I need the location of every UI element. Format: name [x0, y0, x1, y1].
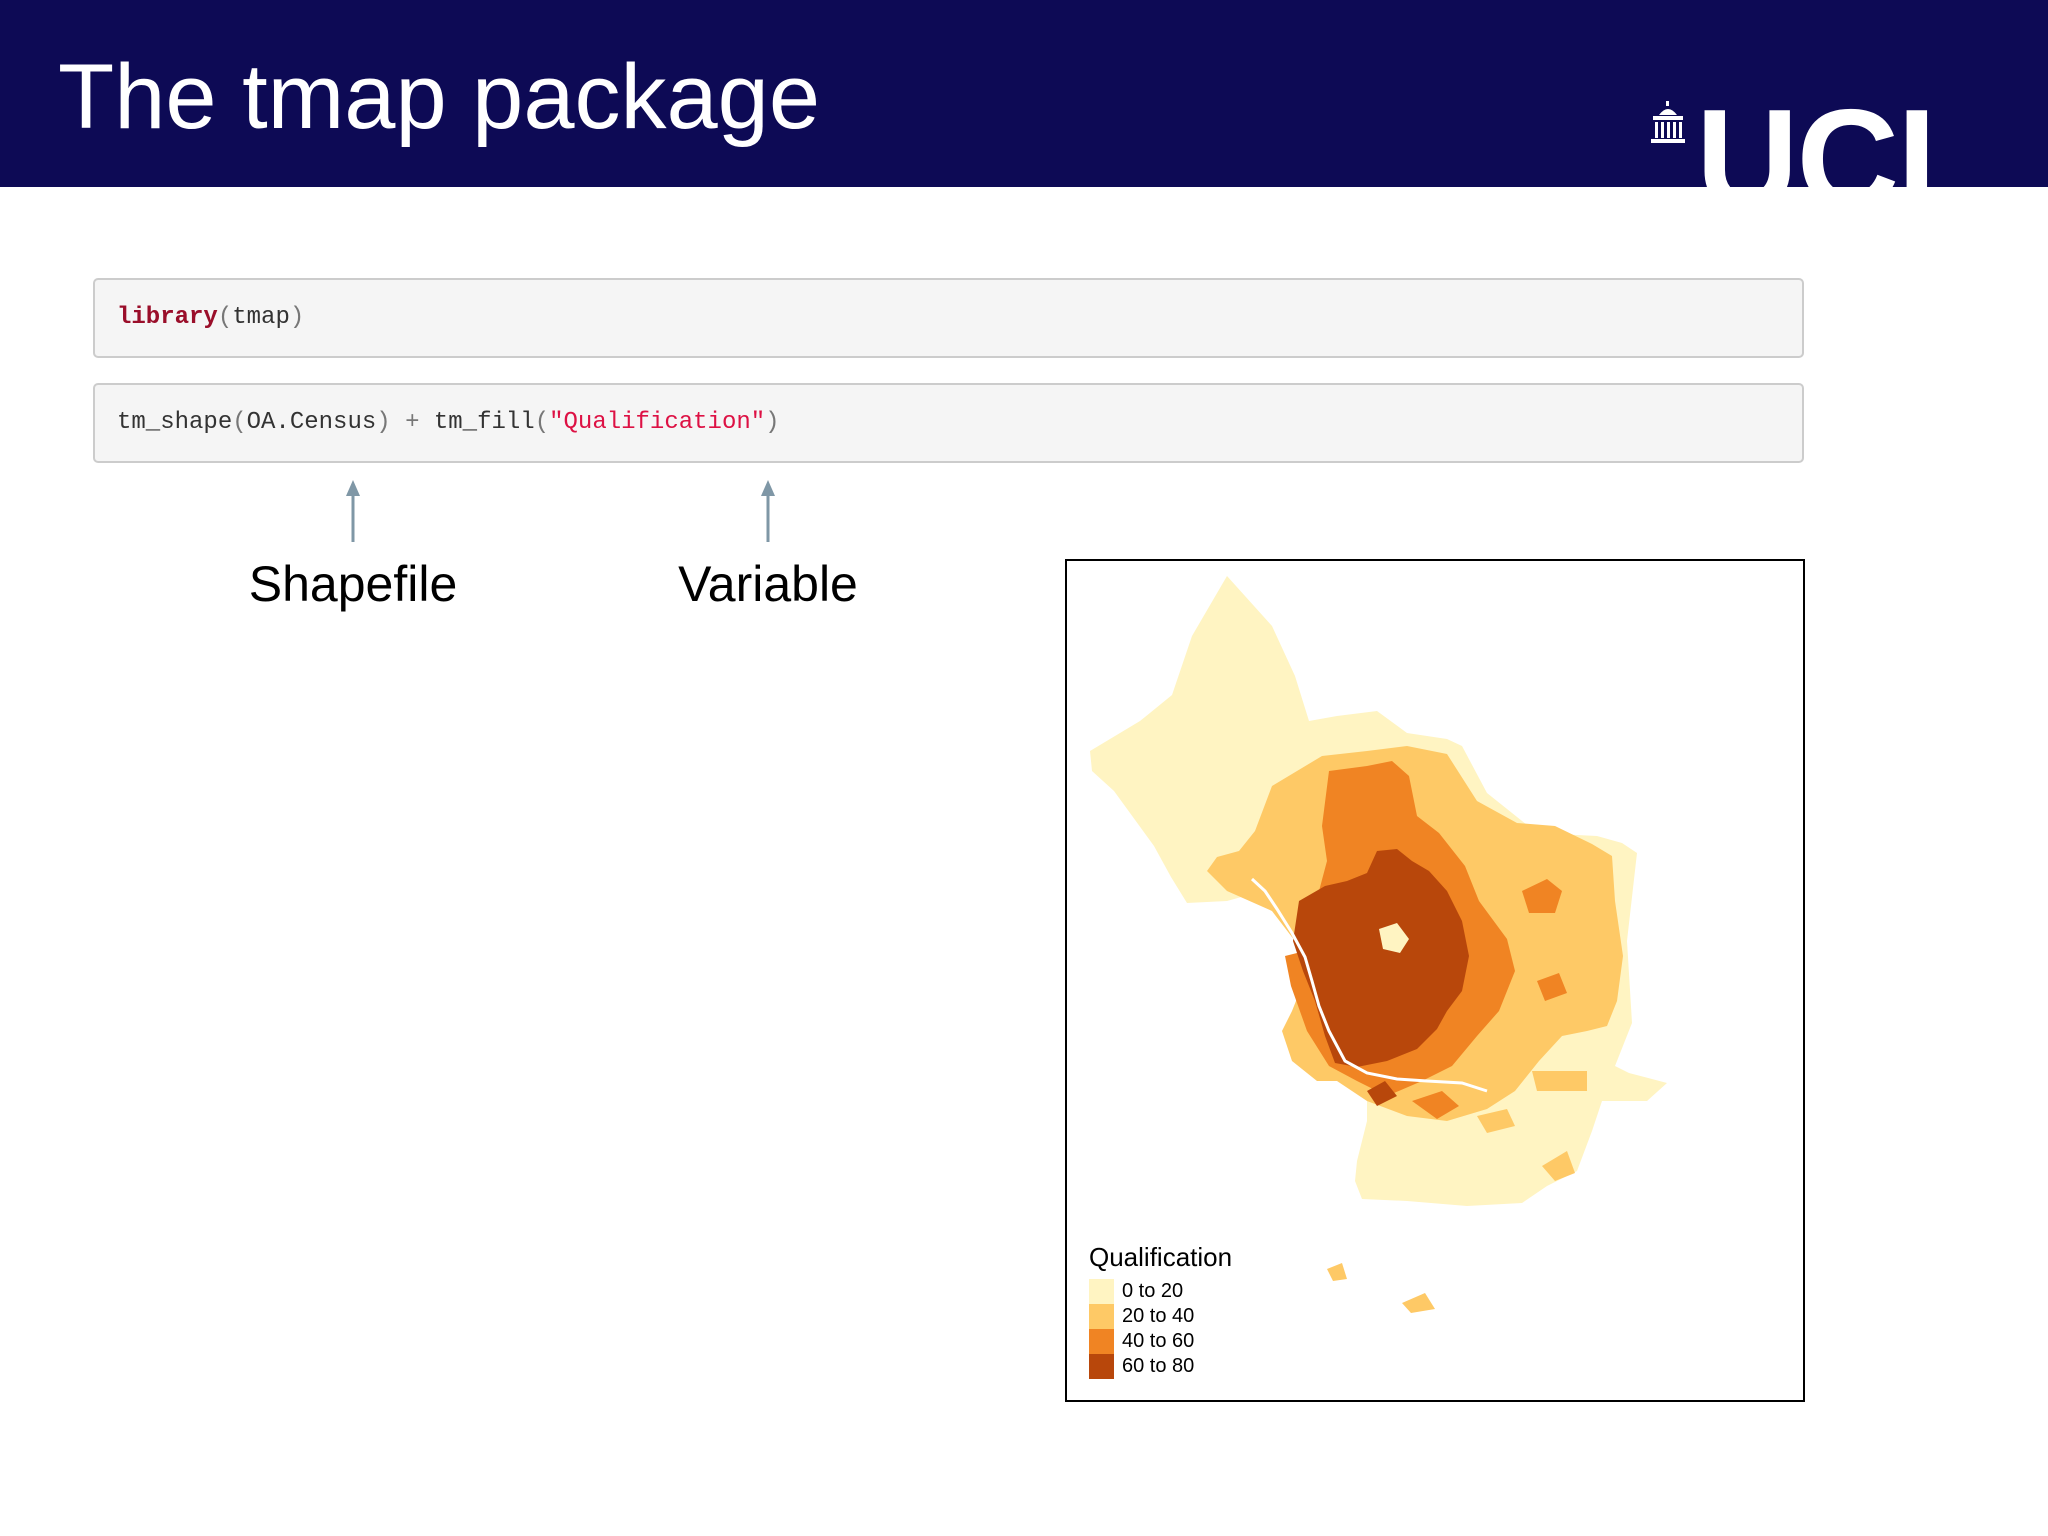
code-plus-operator: +: [405, 409, 420, 436]
map-legend: Qualification 0 to 20 20 to 40 40 to 60 …: [1089, 1241, 1232, 1379]
code-arg-shapefile: OA.Census: [246, 409, 377, 436]
slide-title: The tmap package: [58, 46, 821, 148]
choropleth-map: Qualification 0 to 20 20 to 40 40 to 60 …: [1065, 559, 1805, 1402]
legend-label: 40 to 60: [1122, 1330, 1195, 1352]
legend-item: 20 to 40: [1089, 1304, 1232, 1329]
shapefile-label: Shapefile: [248, 556, 458, 612]
arrow-up-icon: [346, 480, 360, 542]
code-arg-variable: "Qualification": [549, 409, 766, 436]
legend-swatch: [1089, 1279, 1114, 1304]
code-block-library[interactable]: library(tmap): [93, 278, 1804, 358]
legend-label: 60 to 80: [1122, 1355, 1195, 1377]
legend-item: 40 to 60: [1089, 1329, 1232, 1354]
logo-wordmark: UCL: [1696, 95, 1980, 187]
code-function-tm-fill: tm_fill: [433, 409, 535, 436]
ucl-logo: UCL: [1650, 95, 1980, 187]
slide-header: The tmap package UCL: [0, 0, 2048, 187]
legend-label: 0 to 20: [1122, 1280, 1184, 1302]
legend-label: 20 to 40: [1122, 1305, 1195, 1327]
legend-title: Qualification: [1089, 1242, 1233, 1272]
code-block-tm-shape[interactable]: tm_shape(OA.Census) + tm_fill("Qualifica…: [93, 383, 1804, 463]
code-function-tm-shape: tm_shape: [117, 409, 233, 436]
code-arg-tmap: tmap: [232, 304, 290, 331]
code-function-library: library: [117, 304, 218, 331]
arrow-up-icon: [761, 480, 775, 542]
legend-swatch: [1089, 1304, 1114, 1329]
legend-item: 0 to 20: [1089, 1279, 1232, 1304]
legend-swatch: [1089, 1354, 1114, 1379]
variable-label: Variable: [678, 556, 858, 612]
legend-swatch: [1089, 1329, 1114, 1354]
portico-icon: [1651, 101, 1685, 143]
legend-item: 60 to 80: [1089, 1354, 1232, 1379]
